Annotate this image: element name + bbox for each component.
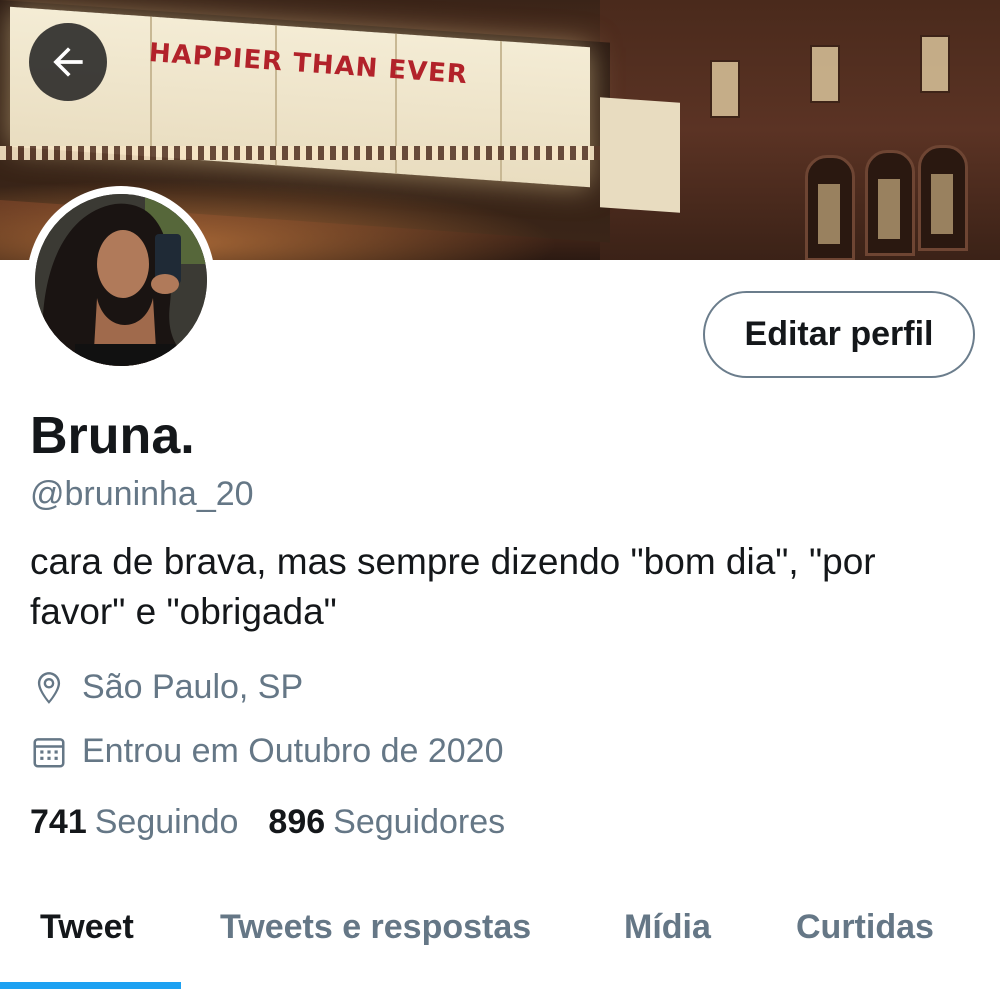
- map-pin-icon: [37, 671, 61, 704]
- back-button[interactable]: [29, 23, 107, 101]
- profile-bio: cara de brava, mas sempre dizendo "bom d…: [30, 541, 876, 632]
- avatar-photo: [35, 194, 207, 366]
- following-link[interactable]: 741 Seguindo: [30, 803, 238, 842]
- marquee-bulbs: [0, 146, 600, 160]
- user-handle: @bruninha_20: [30, 475, 254, 513]
- joined-text: Entrou em Outubro de 2020: [82, 732, 504, 770]
- followers-link[interactable]: 896 Seguidores: [268, 803, 505, 842]
- edit-profile-button[interactable]: Editar perfil: [703, 291, 975, 378]
- following-count: 741: [30, 803, 87, 841]
- follow-stats: 741 Seguindo 896 Seguidores: [30, 803, 535, 842]
- joined-row: Entrou em Outubro de 2020: [30, 732, 504, 771]
- active-tab-indicator: [0, 982, 181, 989]
- tab-tweet[interactable]: Tweet: [40, 908, 134, 947]
- tab-media[interactable]: Mídia: [624, 908, 711, 947]
- tab-tweets-replies[interactable]: Tweets e respostas: [220, 908, 531, 947]
- location-row: São Paulo, SP: [30, 668, 303, 707]
- calendar-icon: [33, 737, 65, 768]
- tab-likes[interactable]: Curtidas: [796, 908, 934, 947]
- marquee-side-panel: [600, 97, 680, 213]
- followers-count: 896: [268, 803, 326, 841]
- display-name: Bruna.: [30, 407, 195, 465]
- followers-label: Seguidores: [333, 803, 506, 841]
- location-text: São Paulo, SP: [82, 668, 304, 706]
- following-label: Seguindo: [94, 803, 239, 841]
- profile-tabs: Tweet Tweets e respostas Mídia Curtidas: [0, 880, 1000, 991]
- arrow-left-icon: [53, 47, 83, 77]
- avatar[interactable]: [27, 186, 215, 374]
